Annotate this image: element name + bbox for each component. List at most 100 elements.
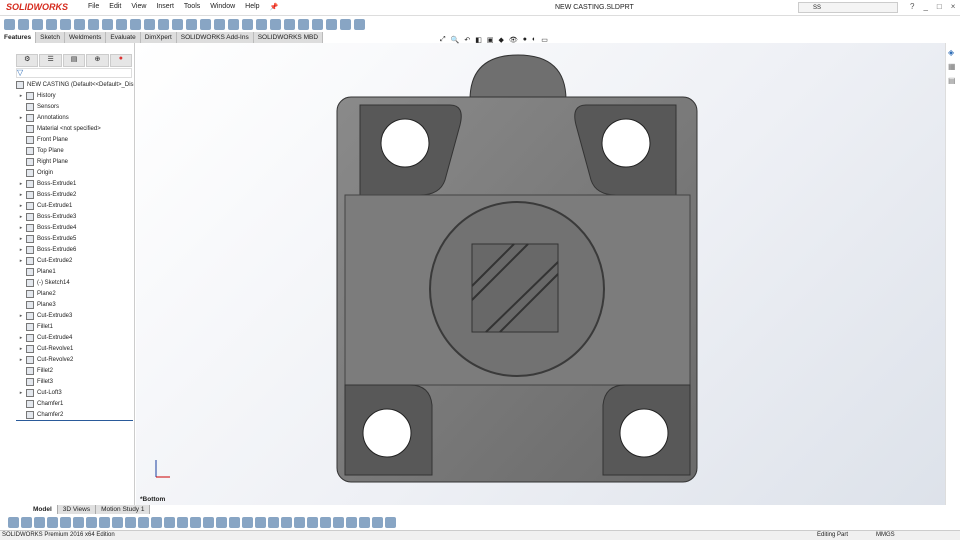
feature-tool-icon[interactable] [102, 18, 113, 30]
sketch-tool-icon[interactable] [203, 516, 214, 528]
tree-item[interactable]: ▸ Cut-Extrude3 [16, 310, 133, 321]
tab-model[interactable]: Model [28, 505, 58, 514]
sketch-tool-icon[interactable] [112, 516, 123, 528]
tree-item[interactable]: ▸ Boss-Extrude2 [16, 189, 133, 200]
expand-arrow-icon[interactable]: ▸ [16, 258, 26, 264]
tree-item[interactable]: ▸ Cut-Revolve2 [16, 354, 133, 365]
expand-arrow-icon[interactable]: ▸ [16, 357, 26, 363]
feature-tool-icon[interactable] [46, 18, 57, 30]
expand-arrow-icon[interactable]: ▸ [16, 214, 26, 220]
tree-item[interactable]: Plane2 [16, 288, 133, 299]
menu-insert[interactable]: Insert [156, 3, 174, 11]
feature-tool-icon[interactable] [186, 18, 197, 30]
tree-item[interactable]: Front Plane [16, 134, 133, 145]
expand-arrow-icon[interactable]: ▸ [16, 346, 26, 352]
configuration-manager-tab-icon[interactable]: ▤ [62, 54, 86, 67]
file-explorer-icon[interactable]: ▤ [948, 76, 958, 85]
sketch-tool-icon[interactable] [320, 516, 331, 528]
sketch-tool-icon[interactable] [164, 516, 175, 528]
tree-item[interactable]: (-) Sketch14 [16, 277, 133, 288]
feature-tool-icon[interactable] [354, 18, 365, 30]
expand-arrow-icon[interactable]: ▸ [16, 203, 26, 209]
tree-item[interactable]: Right Plane [16, 156, 133, 167]
expand-arrow-icon[interactable]: ▸ [16, 192, 26, 198]
tree-item[interactable]: Top Plane [16, 145, 133, 156]
property-manager-tab-icon[interactable]: ☰ [39, 54, 62, 67]
display-manager-tab-icon[interactable]: ● [109, 54, 133, 67]
sketch-tool-icon[interactable] [73, 516, 84, 528]
menu-tools[interactable]: Tools [184, 3, 200, 11]
tree-item[interactable]: ▸ Cut-Extrude1 [16, 200, 133, 211]
monitor-icon[interactable]: ▭ [541, 36, 548, 44]
tree-item[interactable]: ▸ Cut-Loft3 [16, 387, 133, 398]
feature-tool-icon[interactable] [130, 18, 141, 30]
menu-file[interactable]: File [88, 3, 99, 11]
sketch-tool-icon[interactable] [151, 516, 162, 528]
feature-tool-icon[interactable] [4, 18, 15, 30]
help-icon[interactable]: ? [910, 2, 914, 11]
tree-item[interactable]: Fillet1 [16, 321, 133, 332]
tree-item[interactable]: ▸ Cut-Revolve1 [16, 343, 133, 354]
filter-icon[interactable]: ▽ [16, 68, 132, 78]
tree-item[interactable]: ▸ Cut-Extrude4 [16, 332, 133, 343]
sketch-tool-icon[interactable] [190, 516, 201, 528]
sketch-tool-icon[interactable] [86, 516, 97, 528]
feature-tool-icon[interactable] [32, 18, 43, 30]
feature-tool-icon[interactable] [18, 18, 29, 30]
zoom-to-fit-icon[interactable]: ⤢ [440, 36, 446, 44]
tab-mbd[interactable]: SOLIDWORKS MBD [253, 32, 324, 43]
tree-item[interactable]: Material <not specified> [16, 123, 133, 134]
minimize-button[interactable]: _ [923, 2, 927, 11]
previous-view-icon[interactable]: ↶ [464, 36, 470, 44]
expand-arrow-icon[interactable]: ▸ [16, 313, 26, 319]
tree-item[interactable]: ▸ Boss-Extrude5 [16, 233, 133, 244]
sketch-tool-icon[interactable] [99, 516, 110, 528]
feature-tool-icon[interactable] [340, 18, 351, 30]
design-library-icon[interactable]: ▦ [948, 62, 958, 71]
feature-tool-icon[interactable] [74, 18, 85, 30]
dimxpert-manager-tab-icon[interactable]: ⊕ [86, 54, 109, 67]
tree-item[interactable]: Plane1 [16, 266, 133, 277]
tree-item[interactable]: Origin [16, 167, 133, 178]
feature-tool-icon[interactable] [214, 18, 225, 30]
feature-tool-icon[interactable] [284, 18, 295, 30]
feature-manager-tab-icon[interactable]: ⚙ [16, 54, 39, 67]
expand-arrow-icon[interactable]: ▸ [16, 335, 26, 341]
sketch-tool-icon[interactable] [216, 516, 227, 528]
tree-item[interactable]: Fillet2 [16, 365, 133, 376]
tree-item[interactable]: ▸ Boss-Extrude4 [16, 222, 133, 233]
feature-tool-icon[interactable] [270, 18, 281, 30]
tree-item[interactable]: Sensors [16, 101, 133, 112]
scene-icon[interactable]: ◐ [532, 36, 536, 44]
sketch-tool-icon[interactable] [47, 516, 58, 528]
tab-features[interactable]: Features [0, 32, 37, 43]
menu-edit[interactable]: Edit [109, 3, 121, 11]
tree-item[interactable]: Chamfer2 [16, 409, 133, 420]
sketch-tool-icon[interactable] [281, 516, 292, 528]
pin-icon[interactable]: 📌 [270, 3, 279, 11]
expand-arrow-icon[interactable]: ▸ [16, 93, 26, 99]
sketch-tool-icon[interactable] [385, 516, 396, 528]
feature-tool-icon[interactable] [60, 18, 71, 30]
feature-tool-icon[interactable] [298, 18, 309, 30]
view-orientation-icon[interactable]: ▣ [487, 36, 494, 44]
tab-3d-views[interactable]: 3D Views [57, 505, 97, 514]
sketch-tool-icon[interactable] [125, 516, 136, 528]
feature-tool-icon[interactable] [172, 18, 183, 30]
sketch-tool-icon[interactable] [268, 516, 279, 528]
appearance-icon[interactable]: ● [523, 36, 527, 44]
expand-arrow-icon[interactable]: ▸ [16, 236, 26, 242]
sketch-tool-icon[interactable] [60, 516, 71, 528]
hide-show-icon[interactable]: 👁 [509, 36, 518, 44]
sketch-tool-icon[interactable] [333, 516, 344, 528]
sketch-tool-icon[interactable] [346, 516, 357, 528]
sketch-tool-icon[interactable] [138, 516, 149, 528]
expand-arrow-icon[interactable]: ▸ [16, 225, 26, 231]
menu-help[interactable]: Help [245, 3, 259, 11]
section-view-icon[interactable]: ◧ [475, 36, 482, 44]
feature-tool-icon[interactable] [312, 18, 323, 30]
tree-item[interactable]: ▸ Boss-Extrude1 [16, 178, 133, 189]
tree-item[interactable]: ▸ Boss-Extrude3 [16, 211, 133, 222]
tab-dimxpert[interactable]: DimXpert [140, 32, 177, 43]
feature-tool-icon[interactable] [88, 18, 99, 30]
